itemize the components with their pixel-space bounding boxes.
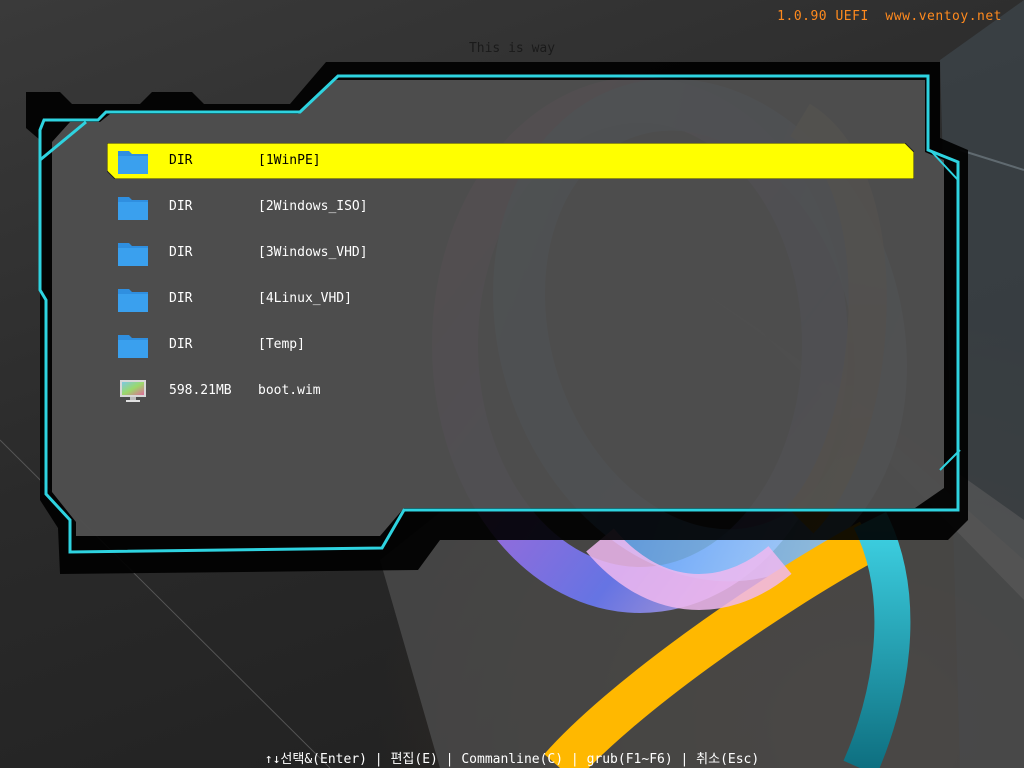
entry-name: [1WinPE] <box>258 153 321 168</box>
folder-icon <box>118 289 148 312</box>
folder-icon <box>118 243 148 266</box>
entry-size: DIR <box>169 199 193 214</box>
hotkey-separator: | <box>366 752 391 767</box>
hotkey-separator: | <box>437 752 462 767</box>
hotkey-commandline[interactable]: Commanline(C) <box>461 752 563 767</box>
hotkey-separator: | <box>563 752 587 767</box>
menu-entry-1winpe[interactable]: DIR [1WinPE] <box>107 143 914 179</box>
hotkey-separator: | <box>672 752 697 767</box>
folder-icon <box>118 151 148 174</box>
entry-size: DIR <box>169 245 193 260</box>
hotkey-hint-bar: ↑↓선택&(Enter) | 편집(E) | Commanline(C) | g… <box>0 748 1024 767</box>
menu-entry-3windows-vhd[interactable]: DIR [3Windows_VHD] <box>107 235 914 271</box>
menu-entry-4linux-vhd[interactable]: DIR [4Linux_VHD] <box>107 281 914 317</box>
entry-name: [4Linux_VHD] <box>258 291 352 306</box>
entry-name: [2Windows_ISO] <box>258 199 368 214</box>
hotkey-grub[interactable]: grub(F1~F6) <box>587 752 673 767</box>
hotkey-edit[interactable]: 편집(E) <box>390 752 437 767</box>
selection-highlight <box>107 143 914 179</box>
entry-size: DIR <box>169 153 193 168</box>
monitor-image-icon <box>120 380 146 402</box>
entry-name: [3Windows_VHD] <box>258 245 368 260</box>
folder-icon <box>118 197 148 220</box>
ventoy-boot-screen: 1.0.90 UEFI www.ventoy.net This is way D… <box>0 0 1024 768</box>
menu-entry-temp[interactable]: DIR [Temp] <box>107 327 914 363</box>
hotkey-select[interactable]: ↑↓선택&(Enter) <box>265 752 367 767</box>
menu-entry-2windows-iso[interactable]: DIR [2Windows_ISO] <box>107 189 914 225</box>
entry-size: DIR <box>169 337 193 352</box>
entry-size: 598.21MB <box>169 383 232 398</box>
menu-entry-boot-wim[interactable]: 598.21MB boot.wim <box>107 373 914 409</box>
entry-name: boot.wim <box>258 383 321 398</box>
boot-menu-list[interactable]: DIR [1WinPE] DIR [2Windows_ISO] DIR [3Wi… <box>107 143 914 419</box>
hotkey-cancel[interactable]: 취소(Esc) <box>696 752 759 767</box>
entry-size: DIR <box>169 291 193 306</box>
folder-icon <box>118 335 148 358</box>
entry-name: [Temp] <box>258 337 305 352</box>
